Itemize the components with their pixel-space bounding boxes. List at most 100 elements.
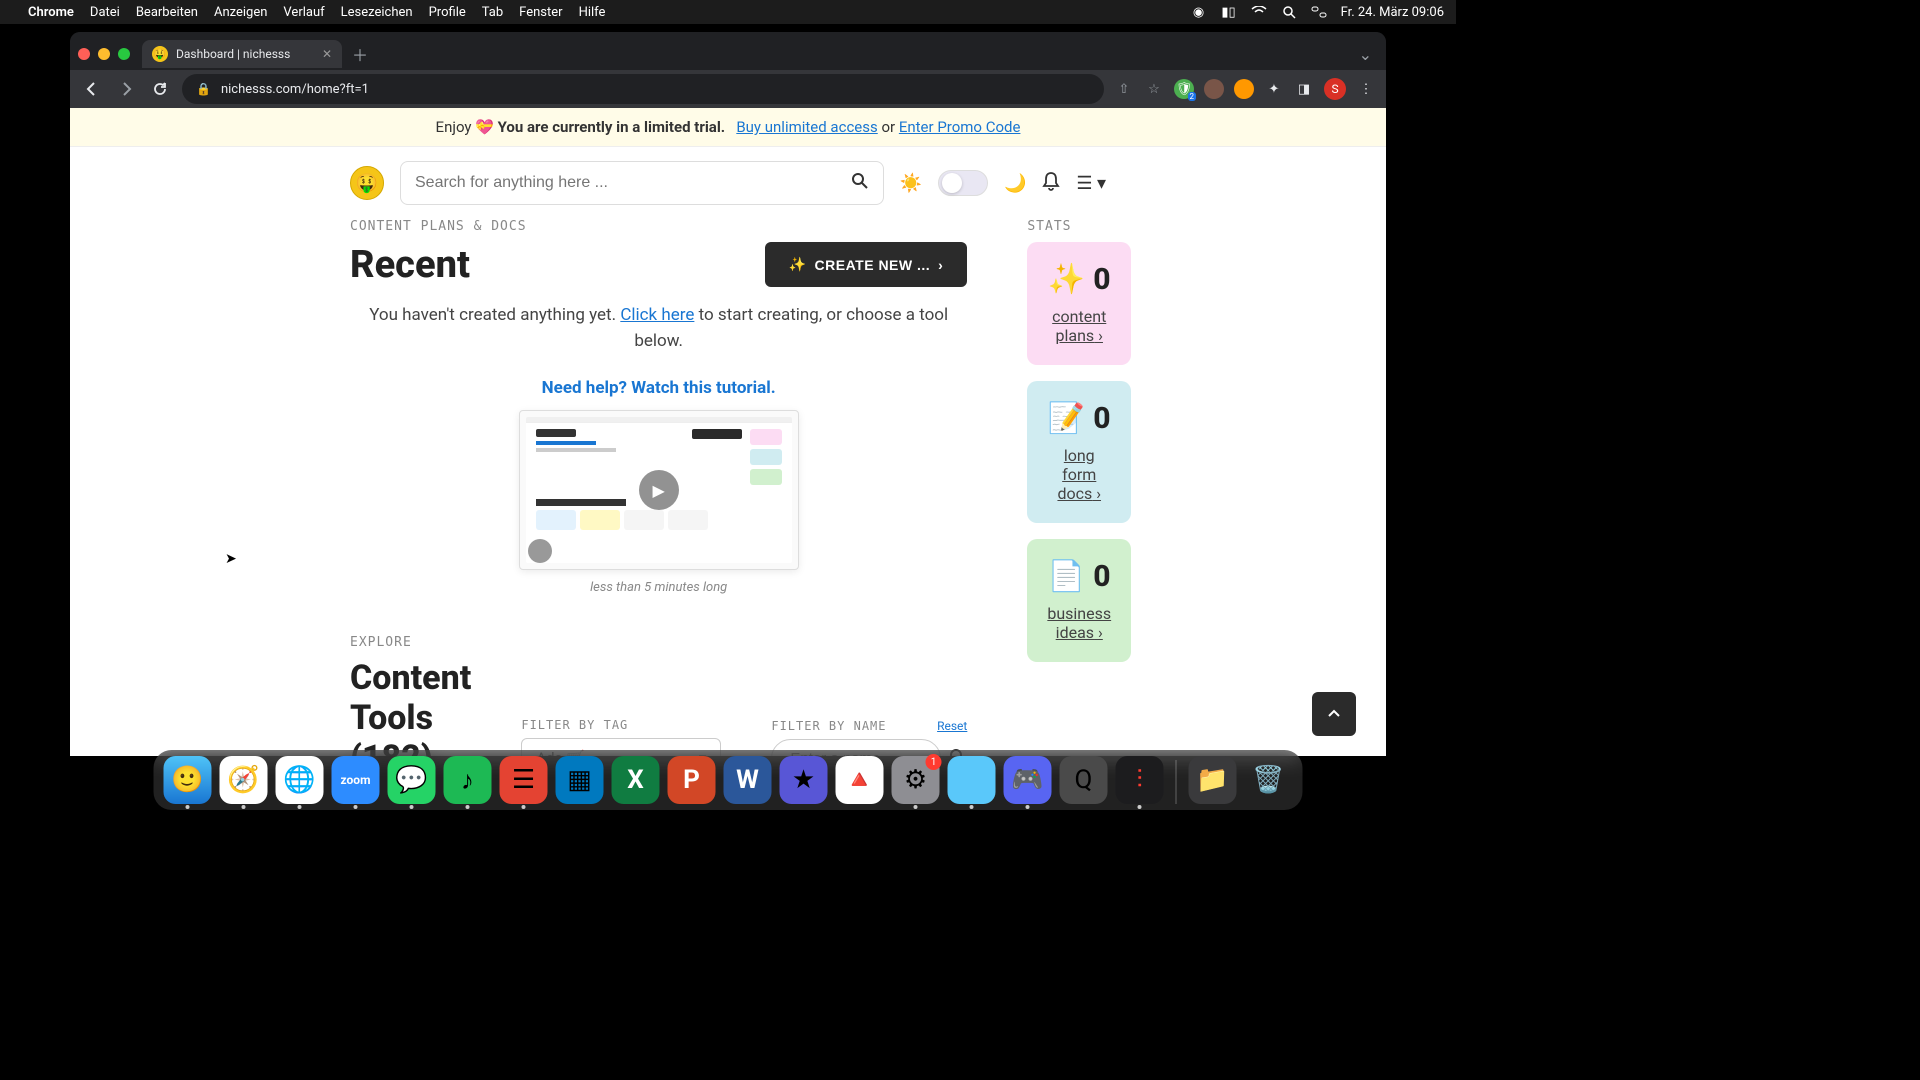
dock-downloads[interactable]: 📁 bbox=[1189, 756, 1237, 804]
tab-title: Dashboard | nichesss bbox=[176, 47, 290, 61]
menu-fenster[interactable]: Fenster bbox=[519, 5, 562, 20]
content-plans-link[interactable]: content plans › bbox=[1047, 307, 1111, 345]
forward-button[interactable] bbox=[114, 77, 138, 101]
menu-anzeigen[interactable]: Anzeigen bbox=[214, 5, 267, 20]
banner-bold: You are currently in a limited trial. bbox=[498, 118, 726, 136]
stats-eyebrow: STATS bbox=[1027, 219, 1131, 234]
dock-excel[interactable]: X bbox=[612, 756, 660, 804]
explore-eyebrow: EXPLORE bbox=[350, 635, 471, 650]
dock-chrome[interactable]: 🌐 bbox=[276, 756, 324, 804]
sparkles-icon: ✨ bbox=[1048, 262, 1085, 297]
dock-whatsapp[interactable]: 💬 bbox=[388, 756, 436, 804]
battery-icon[interactable]: ▮▯ bbox=[1221, 4, 1237, 20]
tab-favicon-icon: 🤑 bbox=[152, 46, 168, 62]
reload-button[interactable] bbox=[148, 77, 172, 101]
tutorial-video-thumbnail[interactable]: ▶ bbox=[519, 410, 799, 570]
app-topbar: 🤑 ☀️ 🌙 ☰ ▾ bbox=[70, 147, 1386, 219]
banner-or: or bbox=[881, 118, 898, 136]
menu-hilfe[interactable]: Hilfe bbox=[579, 5, 606, 20]
dock-settings[interactable]: ⚙1 bbox=[892, 756, 940, 804]
stat-card-content-plans[interactable]: ✨ 0 content plans › bbox=[1027, 242, 1131, 365]
menu-lesezeichen[interactable]: Lesezeichen bbox=[341, 5, 413, 20]
address-bar[interactable]: 🔒 nichesss.com/home?ft=1 bbox=[182, 74, 1104, 104]
tutorial-link[interactable]: Need help? Watch this tutorial. bbox=[350, 378, 967, 398]
chrome-toolbar: 🔒 nichesss.com/home?ft=1 ⇧ ☆ 🛡2 ✦ ◨ S ⋮ bbox=[70, 70, 1386, 108]
menubar-app[interactable]: Chrome bbox=[28, 5, 74, 20]
business-ideas-link[interactable]: business ideas › bbox=[1047, 604, 1111, 642]
mac-menubar: Chrome Datei Bearbeiten Anzeigen Verlauf… bbox=[0, 0, 1456, 24]
lock-icon: 🔒 bbox=[196, 82, 211, 96]
minimize-window-button[interactable] bbox=[98, 48, 110, 60]
extension-2-icon[interactable] bbox=[1204, 79, 1224, 99]
menubar-datetime[interactable]: Fr. 24. März 09:06 bbox=[1341, 5, 1444, 20]
extension-3-icon[interactable] bbox=[1234, 79, 1254, 99]
sidepanel-icon[interactable]: ◨ bbox=[1294, 79, 1314, 99]
dock-discord[interactable]: 🎮 bbox=[1004, 756, 1052, 804]
menu-datei[interactable]: Datei bbox=[90, 5, 120, 20]
tab-close-button[interactable]: ✕ bbox=[322, 47, 332, 61]
explore-title: Content Tools (182) bbox=[350, 658, 471, 756]
dock-safari[interactable]: 🧭 bbox=[220, 756, 268, 804]
dock-quicktime[interactable]: Q bbox=[1060, 756, 1108, 804]
dock-voice-memos[interactable]: ⫶ bbox=[1116, 756, 1164, 804]
stat-card-long-form[interactable]: 📝 0 long form docs › bbox=[1027, 381, 1131, 523]
tab-overflow-button[interactable]: ⌄ bbox=[1359, 45, 1378, 64]
play-icon: ▶ bbox=[639, 470, 679, 510]
filter-name-label: FILTER BY NAME bbox=[771, 719, 886, 733]
dock-word[interactable]: W bbox=[724, 756, 772, 804]
menu-tab[interactable]: Tab bbox=[482, 5, 503, 20]
scroll-to-top-button[interactable] bbox=[1312, 692, 1356, 736]
wifi-icon[interactable] bbox=[1251, 4, 1267, 20]
control-center-icon[interactable] bbox=[1311, 4, 1327, 20]
dock-powerpoint[interactable]: P bbox=[668, 756, 716, 804]
menu-bearbeiten[interactable]: Bearbeiten bbox=[136, 5, 198, 20]
back-button[interactable] bbox=[80, 77, 104, 101]
url-text: nichesss.com/home?ft=1 bbox=[221, 82, 369, 97]
profile-avatar[interactable]: S bbox=[1324, 78, 1346, 100]
dock-trello[interactable]: ▦ bbox=[556, 756, 604, 804]
new-tab-button[interactable]: ＋ bbox=[352, 42, 368, 66]
banner-prefix: Enjoy bbox=[436, 118, 476, 136]
dock-finder[interactable]: 🙂 bbox=[164, 756, 212, 804]
extensions-puzzle-icon[interactable]: ✦ bbox=[1264, 79, 1284, 99]
browser-tab[interactable]: 🤑 Dashboard | nichesss ✕ bbox=[142, 40, 342, 68]
mac-dock: 🙂 🧭 🌐 zoom 💬 ♪ ☰ ▦ X P W ★ 🔺 ⚙1 🎮 Q ⫶ 📁 … bbox=[154, 750, 1303, 810]
spotlight-icon[interactable] bbox=[1281, 4, 1297, 20]
create-new-button[interactable]: ✨ CREATE NEW ... › bbox=[765, 242, 968, 287]
moon-icon: 🌙 bbox=[1004, 173, 1026, 194]
sun-icon: ☀️ bbox=[900, 173, 922, 194]
reset-filter-link[interactable]: Reset bbox=[937, 719, 967, 733]
search-input[interactable] bbox=[415, 174, 851, 192]
stat-card-business-ideas[interactable]: 📄 0 business ideas › bbox=[1027, 539, 1131, 662]
notifications-button[interactable] bbox=[1042, 171, 1060, 196]
chrome-menu-icon[interactable]: ⋮ bbox=[1356, 79, 1376, 99]
empty-state-text: You haven't created anything yet. Click … bbox=[350, 303, 967, 354]
video-avatar-icon bbox=[528, 539, 552, 563]
search-icon[interactable] bbox=[851, 172, 869, 194]
dock-app-teal[interactable] bbox=[948, 756, 996, 804]
search-field-wrapper[interactable] bbox=[400, 161, 884, 205]
screen-record-icon[interactable]: ◉ bbox=[1191, 4, 1207, 20]
click-here-link[interactable]: Click here bbox=[620, 305, 694, 325]
menu-profile[interactable]: Profile bbox=[429, 5, 466, 20]
buy-unlimited-link[interactable]: Buy unlimited access bbox=[736, 118, 877, 136]
bookmark-star-icon[interactable]: ☆ bbox=[1144, 79, 1164, 99]
dock-imovie[interactable]: ★ bbox=[780, 756, 828, 804]
app-logo-icon[interactable]: 🤑 bbox=[350, 166, 384, 200]
dock-spotify[interactable]: ♪ bbox=[444, 756, 492, 804]
promo-code-link[interactable]: Enter Promo Code bbox=[899, 118, 1021, 136]
long-form-docs-link[interactable]: long form docs › bbox=[1047, 446, 1111, 503]
maximize-window-button[interactable] bbox=[118, 48, 130, 60]
dock-drive[interactable]: 🔺 bbox=[836, 756, 884, 804]
close-window-button[interactable] bbox=[78, 48, 90, 60]
extension-shield-icon[interactable]: 🛡2 bbox=[1174, 79, 1194, 99]
share-icon[interactable]: ⇧ bbox=[1114, 79, 1134, 99]
page-title: Recent bbox=[350, 243, 470, 287]
theme-toggle[interactable] bbox=[938, 170, 988, 196]
dock-trash[interactable]: 🗑️ bbox=[1245, 756, 1293, 804]
memo-icon: 📝 bbox=[1048, 401, 1085, 436]
dock-zoom[interactable]: zoom bbox=[332, 756, 380, 804]
dock-todoist[interactable]: ☰ bbox=[500, 756, 548, 804]
menu-verlauf[interactable]: Verlauf bbox=[283, 5, 324, 20]
hamburger-menu-button[interactable]: ☰ ▾ bbox=[1076, 173, 1106, 194]
